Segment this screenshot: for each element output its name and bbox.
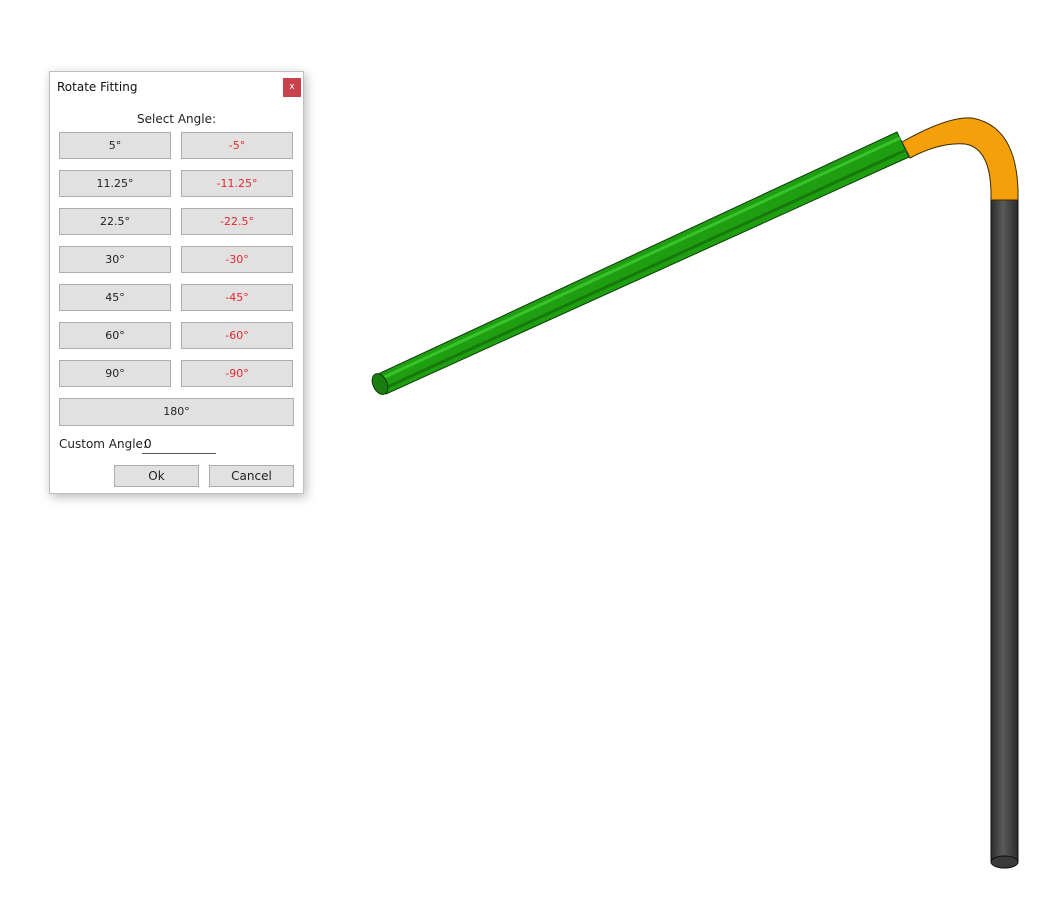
angle-button-5[interactable]: 5°	[59, 132, 171, 159]
angle-button-11-25[interactable]: 11.25°	[59, 170, 171, 197]
angle-button-minus-30[interactable]: -30°	[181, 246, 293, 273]
gray-vertical-pipe[interactable]	[990, 193, 1019, 863]
angle-button-minus-11-25[interactable]: -11.25°	[181, 170, 293, 197]
dialog-titlebar[interactable]: Rotate Fitting x	[50, 72, 303, 102]
dialog-title: Rotate Fitting	[57, 80, 138, 94]
angle-button-180[interactable]: 180°	[59, 398, 294, 426]
cancel-button[interactable]: Cancel	[209, 465, 294, 487]
custom-angle-input[interactable]	[142, 435, 216, 454]
orange-elbow-fitting[interactable]	[901, 117, 1019, 201]
angle-button-minus-45[interactable]: -45°	[181, 284, 293, 311]
angle-button-minus-60[interactable]: -60°	[181, 322, 293, 349]
select-angle-label: Select Angle:	[136, 112, 217, 126]
ok-button[interactable]: Ok	[114, 465, 199, 487]
angle-button-60[interactable]: 60°	[59, 322, 171, 349]
custom-angle-label: Custom Angle:	[59, 437, 147, 451]
green-pipe-highlight	[375, 136, 901, 383]
angle-button-22-5[interactable]: 22.5°	[59, 208, 171, 235]
angle-button-45[interactable]: 45°	[59, 284, 171, 311]
angle-button-minus-90[interactable]: -90°	[181, 360, 293, 387]
rotate-fitting-dialog: Rotate Fitting x Select Angle: 5° -5° 11…	[49, 71, 304, 494]
angle-button-minus-5[interactable]: -5°	[181, 132, 293, 159]
angle-button-30[interactable]: 30°	[59, 246, 171, 273]
gray-pipe-end	[990, 855, 1019, 869]
green-pipe-shadow	[382, 148, 907, 391]
angle-button-90[interactable]: 90°	[59, 360, 171, 387]
close-button[interactable]: x	[283, 78, 301, 97]
angle-button-minus-22-5[interactable]: -22.5°	[181, 208, 293, 235]
